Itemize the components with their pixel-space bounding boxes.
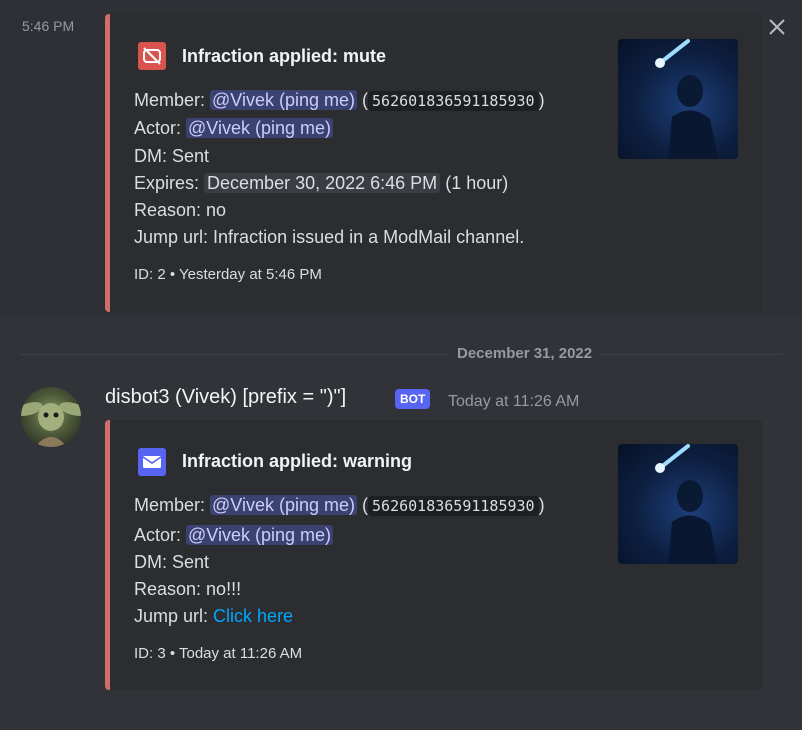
reason-field: Reason: no [134, 200, 227, 220]
date-divider: December 31, 2022 [449, 345, 601, 362]
bot-badge: BOT [395, 389, 431, 409]
expires-timestamp: December 30, 2022 6:46 PM [204, 173, 441, 193]
embed-thumbnail[interactable] [618, 39, 738, 159]
actor-mention[interactable]: @Vivek (ping me) [186, 525, 334, 545]
mail-icon [138, 448, 166, 476]
member-field: Member: @Vivek (ping me) (56260183659118… [134, 90, 545, 111]
member-mention[interactable]: @Vivek (ping me) [210, 90, 358, 110]
expires-field: Expires: December 30, 2022 6:46 PM (1 ho… [134, 173, 509, 193]
embed-footer: ID: 2 • Yesterday at 5:46 PM [134, 266, 322, 283]
jump-url-field: Jump url: Click here [134, 606, 294, 626]
reason-field: Reason: no!!! [134, 579, 242, 599]
actor-mention[interactable]: @Vivek (ping me) [186, 118, 334, 138]
message-timestamp: 5:46 PM [22, 18, 75, 34]
dm-field: DM: Sent [134, 552, 210, 572]
member-id: 562601836591185930 [368, 91, 539, 111]
actor-field: Actor: @Vivek (ping me) [134, 525, 334, 545]
member-field: Member: @Vivek (ping me) (56260183659118… [134, 495, 545, 516]
actor-field: Actor: @Vivek (ping me) [134, 118, 334, 138]
date-divider-line [20, 354, 782, 355]
embed-title: Infraction applied: warning [182, 451, 413, 471]
close-icon[interactable] [764, 14, 790, 40]
dm-field: DM: Sent [134, 146, 210, 166]
avatar[interactable] [21, 387, 81, 447]
infraction-embed-mute: Infraction applied: mute Member: @Vivek … [105, 14, 762, 312]
embed-title: Infraction applied: mute [182, 46, 387, 66]
jump-link[interactable]: Click here [213, 606, 293, 626]
embed-footer: ID: 3 • Today at 11:26 AM [134, 645, 303, 662]
member-mention[interactable]: @Vivek (ping me) [210, 495, 358, 515]
mute-icon [138, 42, 166, 70]
author-name[interactable]: disbot3 (Vivek) [prefix = ")"] [105, 386, 346, 409]
embed-thumbnail[interactable] [618, 444, 738, 564]
infraction-embed-warning: Infraction applied: warning Member: @Viv… [105, 420, 762, 690]
member-id: 562601836591185930 [368, 496, 539, 516]
jump-url-field: Jump url: Infraction issued in a ModMail… [134, 227, 525, 247]
message-timestamp: Today at 11:26 AM [448, 393, 580, 410]
